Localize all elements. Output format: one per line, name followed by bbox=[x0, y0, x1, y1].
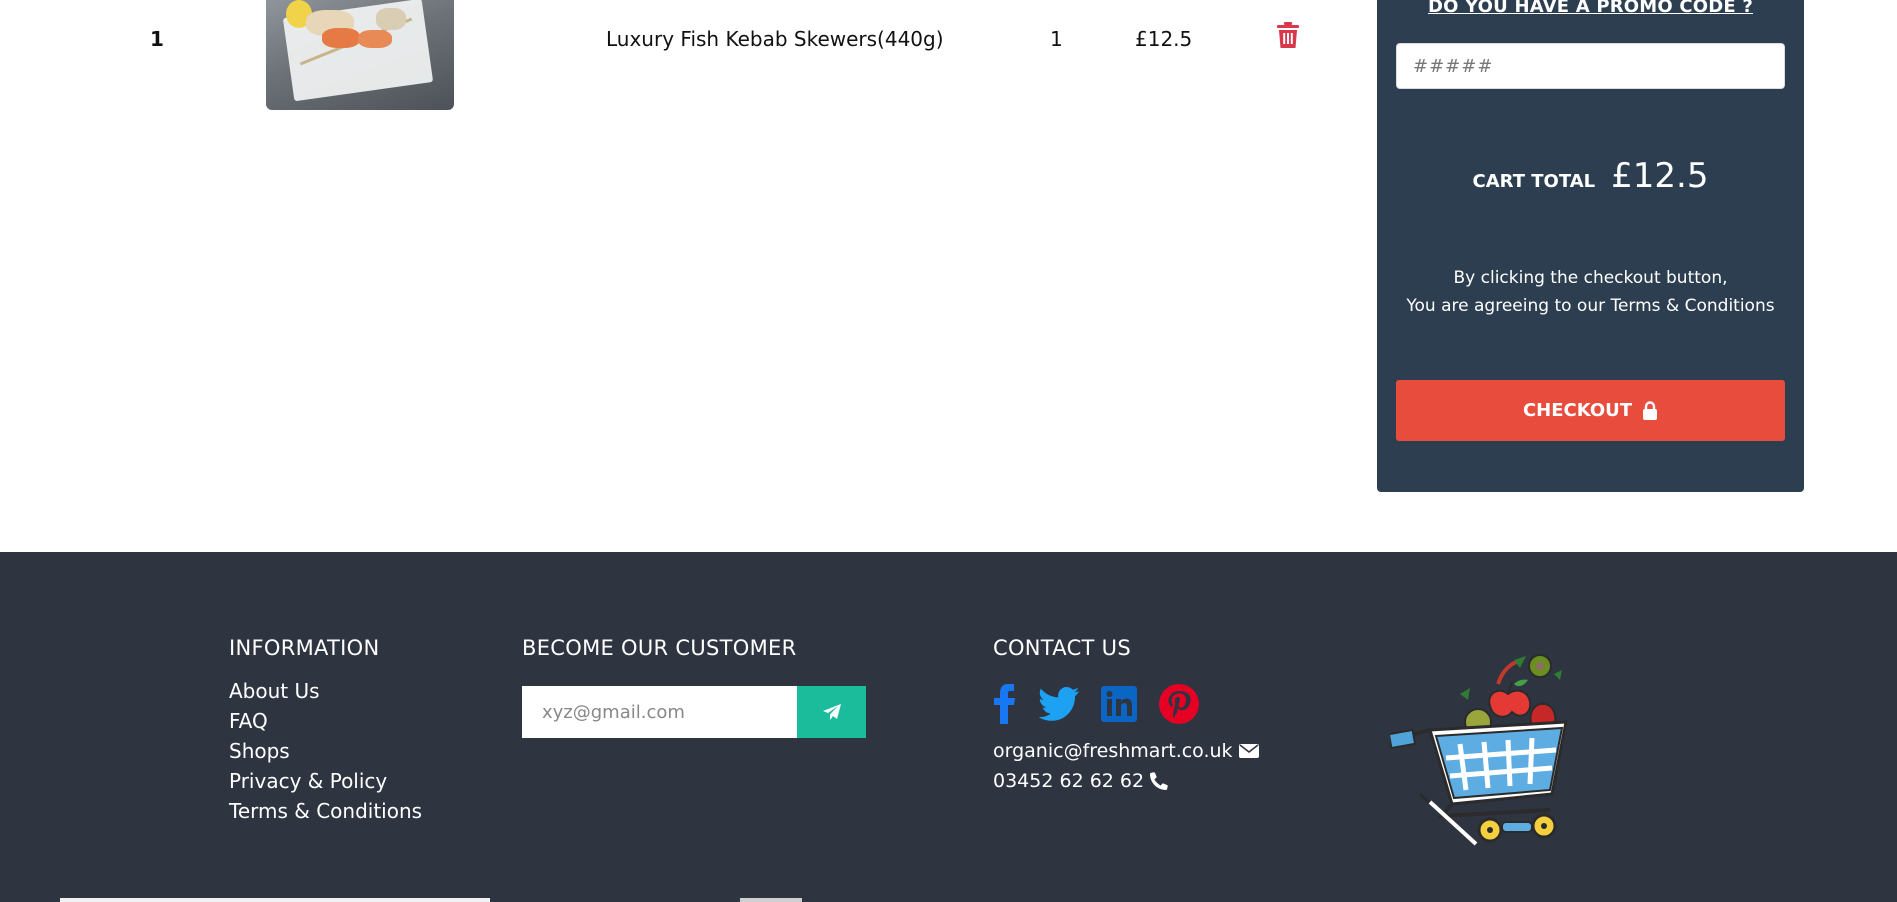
terms-line-2: You are agreeing to our Terms & Conditio… bbox=[1406, 296, 1775, 316]
cart-summary-panel: DO YOU HAVE A PROMO CODE ? CART TOTAL £1… bbox=[1377, 0, 1804, 492]
cart-total-value: £12.5 bbox=[1611, 156, 1709, 196]
site-footer: INFORMATION About Us FAQ Shops Privacy &… bbox=[0, 552, 1897, 902]
lock-icon bbox=[1643, 401, 1658, 420]
terms-line-1: By clicking the checkout button, bbox=[1453, 268, 1728, 288]
footer-link-terms[interactable]: Terms & Conditions bbox=[229, 796, 422, 826]
footer-bottom-divider-small bbox=[740, 898, 802, 902]
footer-link-about[interactable]: About Us bbox=[229, 676, 422, 706]
subscribe-email-input[interactable] bbox=[522, 686, 797, 738]
twitter-icon[interactable] bbox=[1039, 687, 1079, 721]
shopping-cart-produce-logo bbox=[1390, 654, 1568, 846]
product-price: £12.5 bbox=[1135, 27, 1193, 51]
footer-bottom-divider bbox=[60, 898, 490, 902]
subscribe-heading: BECOME OUR CUSTOMER bbox=[522, 636, 797, 660]
contact-phone-text: 03452 62 62 62 bbox=[993, 770, 1145, 792]
contact-phone[interactable]: 03452 62 62 62 bbox=[993, 770, 1168, 792]
checkout-terms-note: By clicking the checkout button, You are… bbox=[1377, 264, 1804, 320]
row-index: 1 bbox=[150, 27, 164, 51]
cart-total: CART TOTAL £12.5 bbox=[1377, 156, 1804, 196]
product-image bbox=[266, 0, 454, 110]
contact-email[interactable]: organic@freshmart.co.uk bbox=[993, 740, 1259, 762]
trash-icon[interactable] bbox=[1277, 22, 1299, 48]
contact-heading: CONTACT US bbox=[993, 636, 1131, 660]
subscribe-button[interactable] bbox=[797, 686, 866, 738]
social-links bbox=[993, 684, 1199, 724]
information-heading: INFORMATION bbox=[229, 636, 380, 660]
product-name[interactable]: Luxury Fish Kebab Skewers(440g) bbox=[606, 27, 944, 51]
cart-total-label: CART TOTAL bbox=[1472, 171, 1596, 192]
product-quantity: 1 bbox=[1050, 27, 1063, 51]
footer-link-shops[interactable]: Shops bbox=[229, 736, 422, 766]
promo-code-input[interactable] bbox=[1396, 43, 1785, 89]
envelope-icon bbox=[1238, 744, 1259, 758]
contact-email-text: organic@freshmart.co.uk bbox=[993, 740, 1233, 762]
checkout-label: CHECKOUT bbox=[1522, 400, 1633, 421]
paper-plane-icon bbox=[822, 704, 841, 720]
promo-code-link[interactable]: DO YOU HAVE A PROMO CODE ? bbox=[1377, 0, 1804, 17]
footer-link-privacy[interactable]: Privacy & Policy bbox=[229, 766, 422, 796]
facebook-icon[interactable] bbox=[993, 684, 1017, 724]
checkout-button[interactable]: CHECKOUT bbox=[1396, 380, 1785, 441]
footer-link-faq[interactable]: FAQ bbox=[229, 706, 422, 736]
linkedin-icon[interactable] bbox=[1101, 686, 1137, 722]
phone-icon bbox=[1150, 772, 1168, 790]
pinterest-icon[interactable] bbox=[1159, 684, 1199, 724]
information-links: About Us FAQ Shops Privacy & Policy Term… bbox=[229, 676, 422, 826]
cart-items: 1 Luxury Fish Kebab Skewers(440g) 1 £12.… bbox=[0, 0, 1360, 552]
